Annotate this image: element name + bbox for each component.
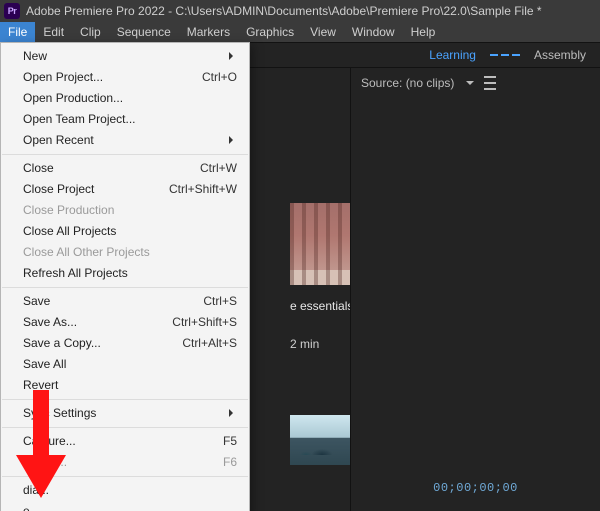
workspace-assembly[interactable]: Assembly xyxy=(534,48,586,62)
menu-item-label: apture... xyxy=(23,454,67,471)
chevron-right-icon xyxy=(225,48,237,65)
file-menu-open-production[interactable]: Open Production... xyxy=(1,88,249,109)
file-menu-close-all-projects[interactable]: Close All Projects xyxy=(1,221,249,242)
menu-item-label: Save a Copy... xyxy=(23,335,101,352)
menu-separator xyxy=(2,399,248,400)
menu-item-label: Open Production... xyxy=(23,90,123,107)
tutorial-title: e essentials xyxy=(290,299,353,313)
file-menu-open-project[interactable]: Open Project... Ctrl+O xyxy=(1,67,249,88)
file-menu-close-all-other-projects: Close All Other Projects xyxy=(1,242,249,263)
menu-label: Graphics xyxy=(246,25,294,39)
tutorial-thumbnail-bottom[interactable] xyxy=(290,415,350,465)
menu-item-shortcut: Ctrl+S xyxy=(203,293,237,310)
menu-label: Markers xyxy=(187,25,230,39)
menu-item-label: Open Project... xyxy=(23,69,103,86)
menu-item-label: Close All Projects xyxy=(23,223,116,240)
program-monitor-panel: Source: (no clips) 00;00;00;00 xyxy=(350,68,600,511)
menu-view[interactable]: View xyxy=(302,22,344,42)
file-menu-close-production: Close Production xyxy=(1,200,249,221)
file-menu-capture[interactable]: Capture... F5 xyxy=(1,431,249,452)
file-menu-save-as[interactable]: Save As... Ctrl+Shift+S xyxy=(1,312,249,333)
source-panel-header[interactable]: Source: (no clips) xyxy=(361,76,590,90)
file-menu-save-a-copy[interactable]: Save a Copy... Ctrl+Alt+S xyxy=(1,333,249,354)
menu-item-label: Sync Settings xyxy=(23,405,96,422)
title-bar: Pr Adobe Premiere Pro 2022 - C:\Users\AD… xyxy=(0,0,600,22)
menu-file[interactable]: File xyxy=(0,22,35,42)
menu-item-shortcut: Ctrl+O xyxy=(202,69,237,86)
chevron-right-icon xyxy=(225,132,237,149)
file-menu-sync-settings[interactable]: Sync Settings xyxy=(1,403,249,424)
menu-label: View xyxy=(310,25,336,39)
menu-label: File xyxy=(8,25,27,39)
chevron-right-icon xyxy=(225,405,237,422)
menu-clip[interactable]: Clip xyxy=(72,22,109,42)
menu-help[interactable]: Help xyxy=(403,22,444,42)
menu-label: Window xyxy=(352,25,395,39)
program-monitor: 00;00;00;00 xyxy=(361,100,590,505)
menu-graphics[interactable]: Graphics xyxy=(238,22,302,42)
file-menu-dia[interactable]: dia... xyxy=(1,480,249,501)
file-menu-refresh-all-projects[interactable]: Refresh All Projects xyxy=(1,263,249,284)
menu-item-label: e... xyxy=(23,503,40,511)
menu-item-label: Close All Other Projects xyxy=(23,244,150,261)
learn-panel-content: e essentials 2 min xyxy=(290,68,350,511)
workspace-learning[interactable]: Learning xyxy=(429,48,476,62)
menu-item-shortcut: Ctrl+Shift+S xyxy=(172,314,237,331)
app-icon-label: Pr xyxy=(8,6,17,16)
file-menu-e[interactable]: e... xyxy=(1,501,249,511)
menu-item-label: Open Team Project... xyxy=(23,111,136,128)
menu-item-label: New xyxy=(23,48,47,65)
menu-item-label: Close xyxy=(23,160,54,177)
menu-item-shortcut: Ctrl+Alt+S xyxy=(182,335,237,352)
timecode[interactable]: 00;00;00;00 xyxy=(433,481,518,495)
menu-item-label: Save All xyxy=(23,356,66,373)
menu-separator xyxy=(2,154,248,155)
menu-item-label: dia... xyxy=(23,482,49,499)
workspace-options-icon[interactable] xyxy=(490,54,520,56)
tutorial-duration: 2 min xyxy=(290,337,319,351)
menu-item-shortcut: F6 xyxy=(223,454,237,471)
panel-menu-icon[interactable] xyxy=(484,76,496,90)
menu-item-shortcut: Ctrl+W xyxy=(200,160,237,177)
menu-item-label: Save xyxy=(23,293,50,310)
menu-item-shortcut: F5 xyxy=(223,433,237,450)
window-title: Adobe Premiere Pro 2022 - C:\Users\ADMIN… xyxy=(26,4,542,18)
file-menu-save-all[interactable]: Save All xyxy=(1,354,249,375)
menu-label: Edit xyxy=(43,25,64,39)
file-menu-close[interactable]: Close Ctrl+W xyxy=(1,158,249,179)
file-menu-revert[interactable]: Revert xyxy=(1,375,249,396)
premiere-app-icon: Pr xyxy=(4,3,20,19)
file-menu-close-project[interactable]: Close Project Ctrl+Shift+W xyxy=(1,179,249,200)
menu-window[interactable]: Window xyxy=(344,22,403,42)
menu-item-label: Refresh All Projects xyxy=(23,265,128,282)
menu-separator xyxy=(2,287,248,288)
file-menu-save[interactable]: Save Ctrl+S xyxy=(1,291,249,312)
menu-item-label: Capture... xyxy=(23,433,76,450)
menu-item-label: Save As... xyxy=(23,314,77,331)
menu-label: Sequence xyxy=(117,25,171,39)
menu-label: Help xyxy=(411,25,436,39)
menu-item-label: Close Production xyxy=(23,202,114,219)
menu-separator xyxy=(2,427,248,428)
menu-separator xyxy=(2,476,248,477)
menu-item-label: Close Project xyxy=(23,181,94,198)
tutorial-thumbnail-top[interactable] xyxy=(290,203,350,285)
chevron-down-icon xyxy=(464,76,474,90)
menu-sequence[interactable]: Sequence xyxy=(109,22,179,42)
menu-bar: File Edit Clip Sequence Markers Graphics View W… xyxy=(0,22,600,42)
source-panel-label: Source: (no clips) xyxy=(361,76,454,90)
menu-edit[interactable]: Edit xyxy=(35,22,72,42)
file-menu: New Open Project... Ctrl+O Open Production.… xyxy=(0,42,250,511)
file-menu-apture: apture... F6 xyxy=(1,452,249,473)
menu-item-label: Revert xyxy=(23,377,58,394)
file-menu-open-recent[interactable]: Open Recent xyxy=(1,130,249,151)
menu-item-shortcut: Ctrl+Shift+W xyxy=(169,181,237,198)
menu-label: Clip xyxy=(80,25,101,39)
menu-markers[interactable]: Markers xyxy=(179,22,238,42)
file-menu-open-team-project[interactable]: Open Team Project... xyxy=(1,109,249,130)
file-menu-new[interactable]: New xyxy=(1,46,249,67)
menu-item-label: Open Recent xyxy=(23,132,94,149)
